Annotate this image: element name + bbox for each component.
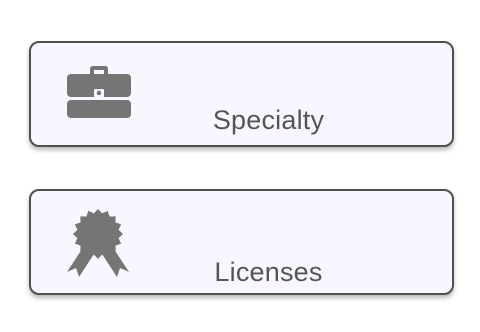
card-list: Specialty Licenses (0, 0, 480, 332)
specialty-label: Specialty (212, 105, 325, 135)
licenses-card[interactable]: Licenses (29, 189, 454, 295)
licenses-label: Licenses (214, 257, 323, 287)
specialty-card[interactable]: Specialty (29, 41, 454, 147)
